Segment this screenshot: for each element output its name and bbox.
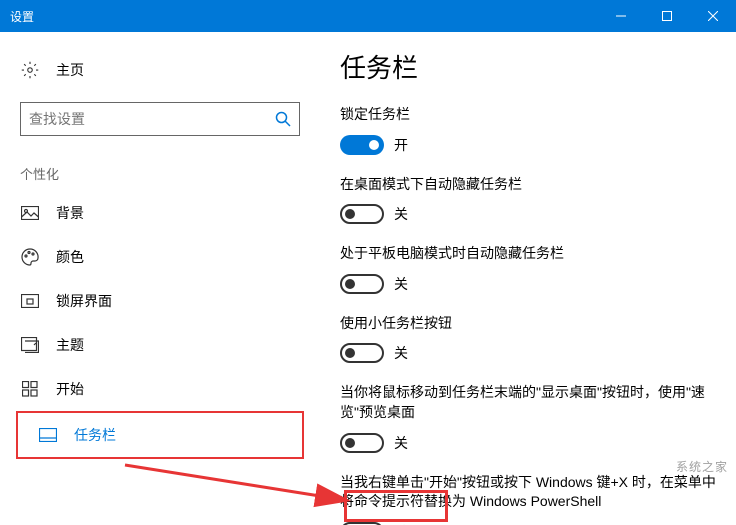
sidebar-item-themes[interactable]: 主题 (0, 323, 320, 367)
setting-peek-preview: 当你将鼠标移动到任务栏末端的"显示桌面"按钮时，使用"速览"预览桌面 关 (340, 383, 716, 452)
toggle-state: 关 (394, 204, 408, 224)
sidebar-item-label: 锁屏界面 (56, 291, 112, 311)
toggle-state: 关 (394, 274, 408, 294)
start-icon (20, 379, 40, 399)
close-button[interactable] (690, 0, 736, 32)
setting-lock-taskbar: 锁定任务栏 开 (340, 105, 716, 155)
window-title: 设置 (10, 8, 34, 25)
minimize-button[interactable] (598, 0, 644, 32)
gear-icon (20, 60, 40, 80)
maximize-button[interactable] (644, 0, 690, 32)
setting-autohide-desktop: 在桌面模式下自动隐藏任务栏 关 (340, 175, 716, 225)
search-box[interactable] (20, 102, 300, 136)
sidebar-item-colors[interactable]: 颜色 (0, 235, 320, 279)
palette-icon (20, 247, 40, 267)
picture-icon (20, 203, 40, 223)
setting-label: 当我右键单击"开始"按钮或按下 Windows 键+X 时，在菜单中将命令提示符… (340, 473, 716, 512)
setting-powershell-replace: 当我右键单击"开始"按钮或按下 Windows 键+X 时，在菜单中将命令提示符… (340, 473, 716, 525)
sidebar-item-taskbar[interactable]: 任务栏 (18, 413, 302, 457)
main-panel: 任务栏 锁定任务栏 开 在桌面模式下自动隐藏任务栏 关 处于平板电脑模式时自动隐… (320, 32, 736, 525)
sidebar-item-label: 背景 (56, 203, 84, 223)
toggle-state: 关 (394, 343, 408, 363)
setting-small-buttons: 使用小任务栏按钮 关 (340, 314, 716, 364)
page-title: 任务栏 (340, 48, 716, 85)
toggle-state: 开 (394, 135, 408, 155)
setting-label: 锁定任务栏 (340, 105, 716, 125)
toggle-small-buttons[interactable] (340, 343, 384, 363)
setting-label: 处于平板电脑模式时自动隐藏任务栏 (340, 244, 716, 264)
sidebar-item-label: 主题 (56, 335, 84, 355)
sidebar-home[interactable]: 主页 (0, 52, 320, 88)
sidebar-home-label: 主页 (56, 60, 84, 80)
window-controls (598, 0, 736, 32)
lockscreen-icon (20, 291, 40, 311)
sidebar-item-label: 开始 (56, 379, 84, 399)
sidebar-item-lockscreen[interactable]: 锁屏界面 (0, 279, 320, 323)
watermark: 系统之家 (676, 458, 728, 475)
setting-label: 使用小任务栏按钮 (340, 314, 716, 334)
sidebar: 主页 个性化 背景 颜色 锁屏界面 (0, 32, 320, 525)
annotation-highlight-sidebar: 任务栏 (16, 411, 304, 459)
search-input[interactable] (29, 111, 275, 127)
sidebar-section-title: 个性化 (0, 156, 320, 191)
themes-icon (20, 335, 40, 355)
toggle-autohide-tablet[interactable] (340, 274, 384, 294)
titlebar: 设置 (0, 0, 736, 32)
taskbar-icon (38, 425, 58, 445)
setting-label: 在桌面模式下自动隐藏任务栏 (340, 175, 716, 195)
setting-autohide-tablet: 处于平板电脑模式时自动隐藏任务栏 关 (340, 244, 716, 294)
toggle-peek-preview[interactable] (340, 433, 384, 453)
sidebar-item-background[interactable]: 背景 (0, 191, 320, 235)
sidebar-item-label: 颜色 (56, 247, 84, 267)
sidebar-item-start[interactable]: 开始 (0, 367, 320, 411)
toggle-lock-taskbar[interactable] (340, 135, 384, 155)
sidebar-item-label: 任务栏 (74, 425, 116, 445)
toggle-autohide-desktop[interactable] (340, 204, 384, 224)
toggle-state: 关 (394, 433, 408, 453)
search-icon (275, 111, 291, 127)
setting-label: 当你将鼠标移动到任务栏末端的"显示桌面"按钮时，使用"速览"预览桌面 (340, 383, 716, 422)
